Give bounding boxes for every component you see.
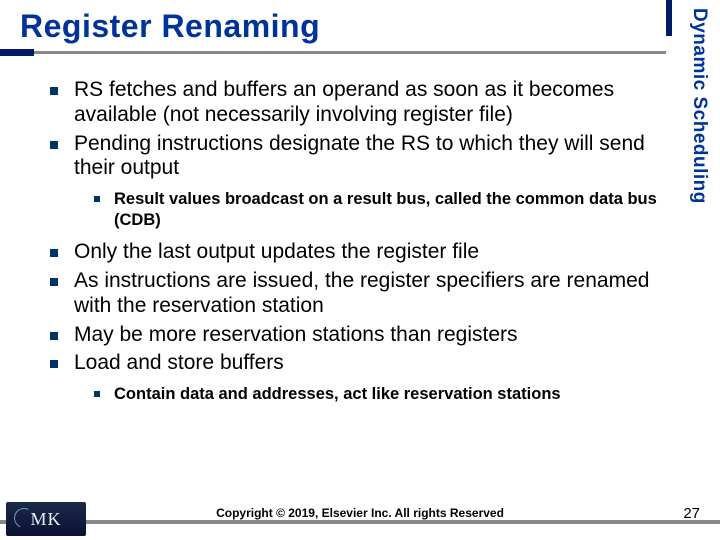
title-underline [0,51,666,54]
bullet-list: RS fetches and buffers an operand as soo… [40,78,662,405]
list-item: Result values broadcast on a result bus,… [74,189,662,230]
bullet-text: Result values broadcast on a result bus,… [114,190,657,229]
footer-rule [0,520,720,524]
content-area: RS fetches and buffers an operand as soo… [40,78,662,415]
logo-text: MK [30,509,61,530]
publisher-logo: MK [6,502,86,536]
footer: Copyright © 2019, Elsevier Inc. All righ… [0,498,720,540]
bullet-text: As instructions are issued, the register… [74,269,649,317]
bullet-text: Pending instructions designate the RS to… [74,132,645,180]
list-item: Contain data and addresses, act like res… [74,384,662,405]
section-label-text: Dynamic Scheduling [688,8,710,204]
bullet-text: Only the last output updates the registe… [74,240,479,263]
bullet-text: Load and store buffers [74,351,284,374]
list-item: Pending instructions designate the RS to… [40,132,662,231]
title-accent [0,49,34,56]
slide-title: Register Renaming [20,8,720,45]
list-item: Only the last output updates the registe… [40,240,662,265]
list-item: May be more reservation stations than re… [40,323,662,348]
section-label: Dynamic Scheduling [666,0,720,270]
list-item: Load and store buffers Contain data and … [40,351,662,404]
list-item: As instructions are issued, the register… [40,269,662,319]
title-bar: Register Renaming [0,0,720,62]
bullet-text: RS fetches and buffers an operand as soo… [74,78,614,126]
section-accent [666,0,672,36]
sub-bullet-list: Result values broadcast on a result bus,… [74,189,662,230]
sub-bullet-list: Contain data and addresses, act like res… [74,384,662,405]
bullet-text: Contain data and addresses, act like res… [114,385,561,403]
bullet-text: May be more reservation stations than re… [74,323,518,346]
copyright-text: Copyright © 2019, Elsevier Inc. All righ… [0,506,720,520]
list-item: RS fetches and buffers an operand as soo… [40,78,662,128]
page-number: 27 [683,505,700,522]
